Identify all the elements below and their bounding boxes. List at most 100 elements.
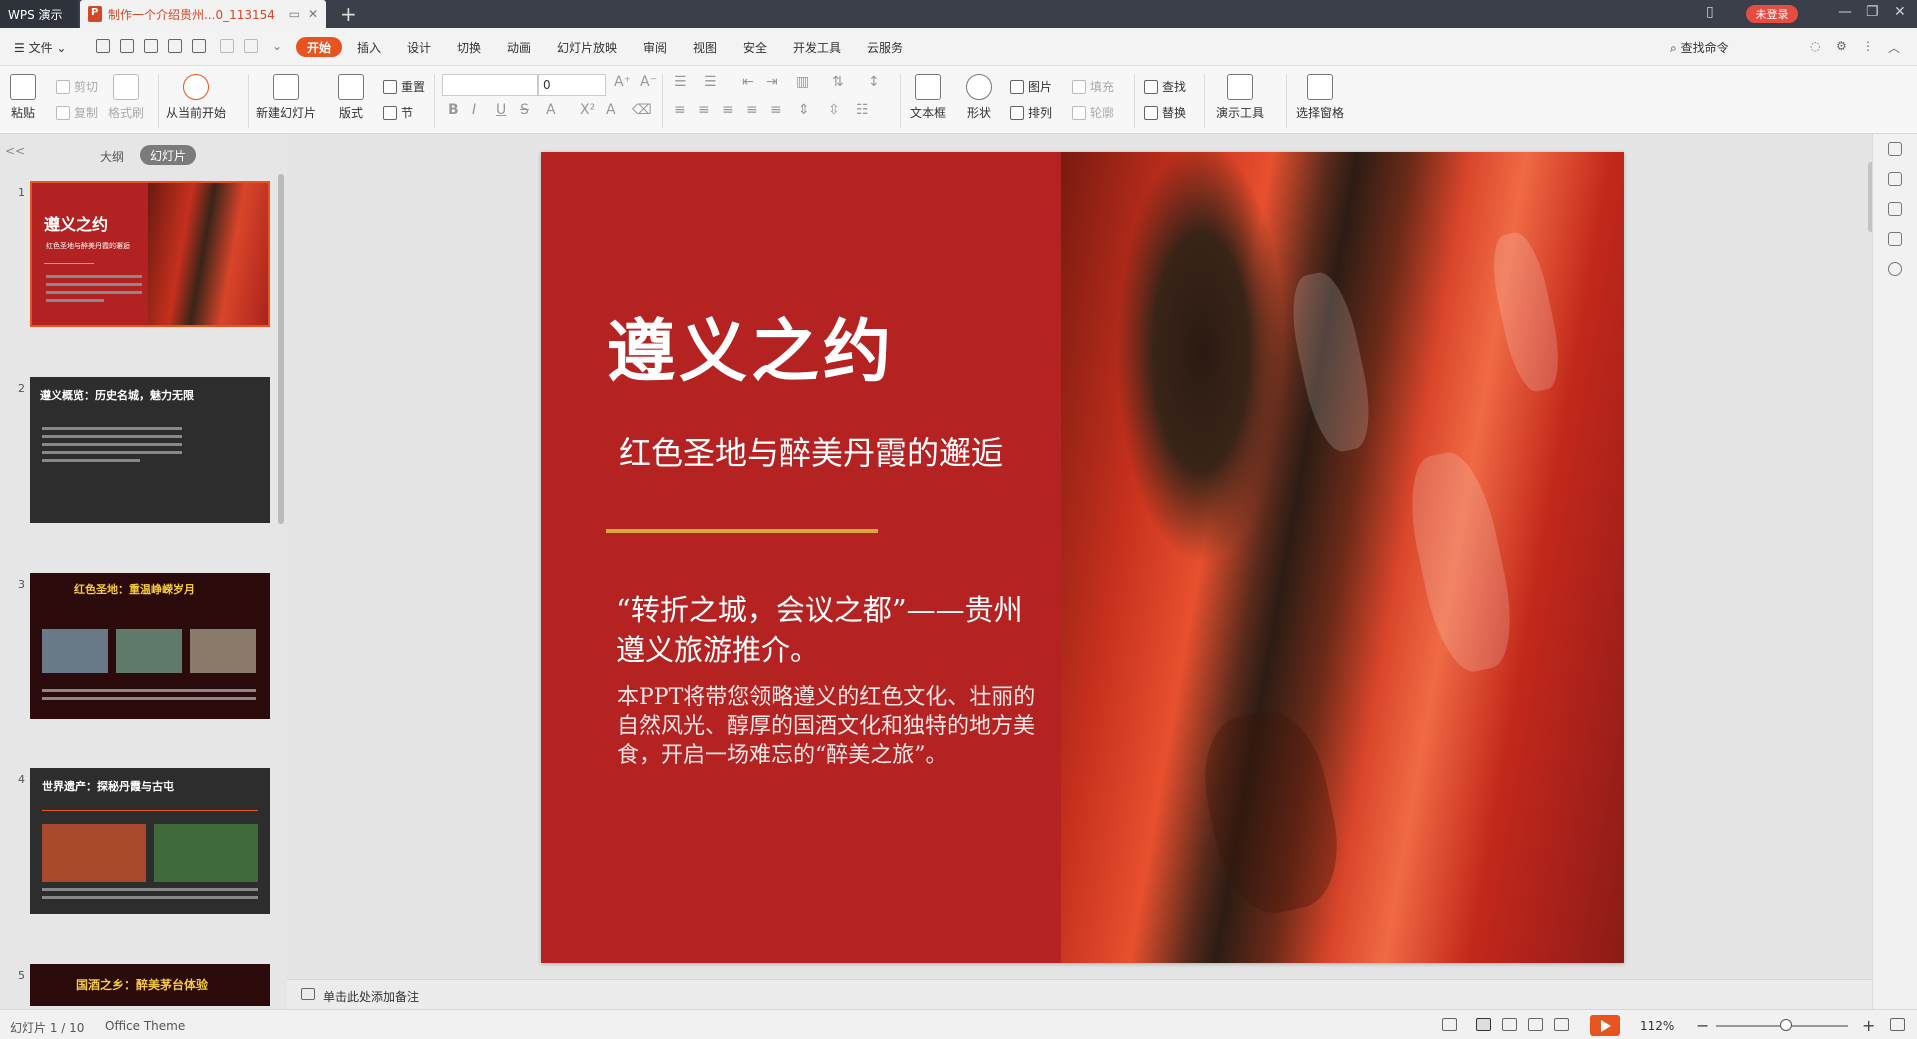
presentation-tools-button[interactable]: 演示工具	[1216, 74, 1264, 121]
slide-sorter-icon[interactable]	[1502, 1018, 1517, 1031]
text-columns-icon[interactable]: ▥	[796, 74, 809, 90]
slide-thumbnail-3[interactable]: 红色圣地：重温峥嵘岁月	[30, 573, 270, 719]
picture-button[interactable]: 图片	[1010, 78, 1052, 95]
slide-subtitle[interactable]: 红色圣地与醉美丹霞的邂逅	[619, 428, 1003, 474]
adjust-sliders-icon[interactable]	[1888, 232, 1902, 246]
text-direction-icon[interactable]: ⇅	[832, 74, 844, 90]
replace-button[interactable]: 替换	[1144, 104, 1186, 121]
superscript-icon[interactable]: X²	[580, 102, 595, 118]
font-size-input[interactable]: 0	[538, 74, 606, 96]
slide-quote[interactable]: “转折之城，会议之都”——贵州遵义旅游推介。	[616, 590, 1036, 670]
notes-toggle-icon[interactable]	[1442, 1018, 1457, 1031]
strikethrough-icon[interactable]: S	[520, 102, 529, 118]
zoom-slider-knob[interactable]	[1780, 1019, 1792, 1031]
increase-font-icon[interactable]: A⁺	[614, 74, 631, 90]
login-button[interactable]: 未登录	[1746, 5, 1798, 23]
tab-cloud[interactable]: 云服务	[867, 39, 903, 56]
bullets-icon[interactable]: ☰	[674, 74, 687, 90]
tab-view[interactable]: 视图	[693, 39, 717, 56]
print-icon[interactable]	[168, 39, 182, 53]
tab-review[interactable]: 审阅	[643, 39, 667, 56]
align-center-icon[interactable]: ≡	[698, 102, 710, 118]
document-tab[interactable]: 制作一个介绍贵州...0_113154 ▭ ✕	[80, 0, 326, 28]
font-color-icon[interactable]: A	[546, 102, 556, 118]
paste-button[interactable]: 粘贴	[10, 74, 36, 121]
quick-access-dropdown-icon[interactable]: ⌄	[272, 39, 282, 53]
underline-icon[interactable]: U	[496, 102, 506, 118]
history-icon[interactable]	[1888, 262, 1902, 276]
tab-design[interactable]: 设计	[407, 39, 431, 56]
feedback-icon[interactable]: ◌	[1810, 39, 1820, 53]
normal-view-icon[interactable]	[1476, 1018, 1491, 1031]
open-icon[interactable]	[96, 39, 110, 53]
bold-icon[interactable]: B	[448, 102, 459, 118]
clear-format-icon[interactable]: ⌫	[632, 102, 652, 118]
play-from-current-button[interactable]: 从当前开始	[166, 74, 226, 121]
tab-slides[interactable]: 幻灯片	[140, 145, 196, 165]
align-left-icon[interactable]: ≡	[674, 102, 686, 118]
new-tab-button[interactable]: +	[340, 2, 357, 26]
presenter-view-icon[interactable]	[1554, 1018, 1569, 1031]
close-tab-icon[interactable]: ✕	[308, 7, 318, 21]
font-family-input[interactable]	[442, 74, 538, 96]
notes-bar[interactable]: 单击此处添加备注	[287, 979, 1872, 1009]
align-text-icon[interactable]: ⇕	[798, 102, 810, 118]
reset-button[interactable]: 重置	[383, 78, 425, 95]
window-view-icon[interactable]: ▯	[1706, 4, 1714, 20]
section-button[interactable]: 节	[383, 104, 413, 121]
find-button[interactable]: 查找	[1144, 78, 1186, 95]
collapse-panel-icon[interactable]: <<	[5, 144, 25, 158]
tab-start[interactable]: 开始	[296, 37, 342, 57]
align-right-icon[interactable]: ≡	[722, 102, 734, 118]
decrease-font-icon[interactable]: A⁻	[640, 74, 657, 90]
undo-icon[interactable]	[220, 39, 234, 53]
slide-title[interactable]: 遵义之约	[607, 296, 895, 395]
numbering-icon[interactable]: ☰	[704, 74, 717, 90]
text-box-button[interactable]: 文本框	[910, 74, 946, 121]
line-spacing-icon[interactable]: ↕	[868, 74, 880, 90]
notes-placeholder[interactable]: 单击此处添加备注	[323, 988, 419, 1005]
increase-indent-icon[interactable]: ⇥	[766, 74, 778, 90]
distribute-icon[interactable]: ≡	[770, 102, 782, 118]
tab-outline[interactable]: 大纲	[100, 148, 124, 165]
file-menu[interactable]: ☰ 文件 ⌄	[14, 39, 66, 56]
tab-animation[interactable]: 动画	[507, 39, 531, 56]
shapes-pane-icon[interactable]	[1888, 142, 1902, 156]
arrange-button[interactable]: 排列	[1010, 104, 1052, 121]
smartart-icon[interactable]: ☷	[856, 102, 869, 118]
tab-window-icon[interactable]: ▭	[289, 7, 300, 21]
share-icon[interactable]	[1888, 172, 1902, 186]
tab-slideshow[interactable]: 幻灯片放映	[557, 39, 617, 56]
tab-security[interactable]: 安全	[743, 39, 767, 56]
tab-developer[interactable]: 开发工具	[793, 39, 841, 56]
format-painter-button[interactable]: 格式刷	[108, 74, 144, 121]
current-slide[interactable]: 遵义之约 红色圣地与醉美丹霞的邂逅 “转折之城，会议之都”——贵州遵义旅游推介。…	[541, 152, 1624, 963]
search-command[interactable]: ⌕ 查找命令	[1670, 39, 1729, 56]
restore-icon[interactable]: ❐	[1866, 4, 1879, 20]
paragraph-spacing-icon[interactable]: ⇳	[828, 102, 840, 118]
zoom-out-icon[interactable]: −	[1696, 1016, 1709, 1035]
tab-transition[interactable]: 切换	[457, 39, 481, 56]
zoom-in-icon[interactable]: +	[1862, 1016, 1875, 1035]
character-spacing-icon[interactable]: A	[606, 102, 616, 118]
shape-button[interactable]: 形状	[966, 74, 992, 121]
pin-icon[interactable]	[1888, 202, 1902, 216]
tab-insert[interactable]: 插入	[357, 39, 381, 56]
slide-thumbnail-5[interactable]: 国酒之乡：醉美茅台体验	[30, 964, 270, 1006]
save-icon[interactable]	[120, 39, 134, 53]
danxia-canyon-image[interactable]	[1061, 152, 1624, 963]
copy-button[interactable]: 复制	[56, 104, 98, 121]
selection-pane-button[interactable]: 选择窗格	[1296, 74, 1344, 121]
export-pdf-icon[interactable]	[144, 39, 158, 53]
zoom-level[interactable]: 112%	[1640, 1019, 1674, 1033]
play-slideshow-button[interactable]	[1590, 1015, 1620, 1036]
slide-thumbnail-4[interactable]: 世界遗产：探秘丹霞与古屯	[30, 768, 270, 914]
slide-body-text[interactable]: 本PPT将带您领略遵义的红色文化、壮丽的自然风光、醇厚的国酒文化和独特的地方美食…	[617, 683, 1037, 770]
more-options-icon[interactable]: ⋮	[1862, 39, 1874, 53]
redo-icon[interactable]	[244, 39, 258, 53]
fill-button[interactable]: 填充	[1072, 78, 1114, 95]
reading-view-icon[interactable]	[1528, 1018, 1543, 1031]
slide-thumbnail-2[interactable]: 遵义概览：历史名城，魅力无限	[30, 377, 270, 523]
fit-window-icon[interactable]	[1890, 1018, 1905, 1031]
layout-button[interactable]: 版式	[338, 74, 364, 121]
